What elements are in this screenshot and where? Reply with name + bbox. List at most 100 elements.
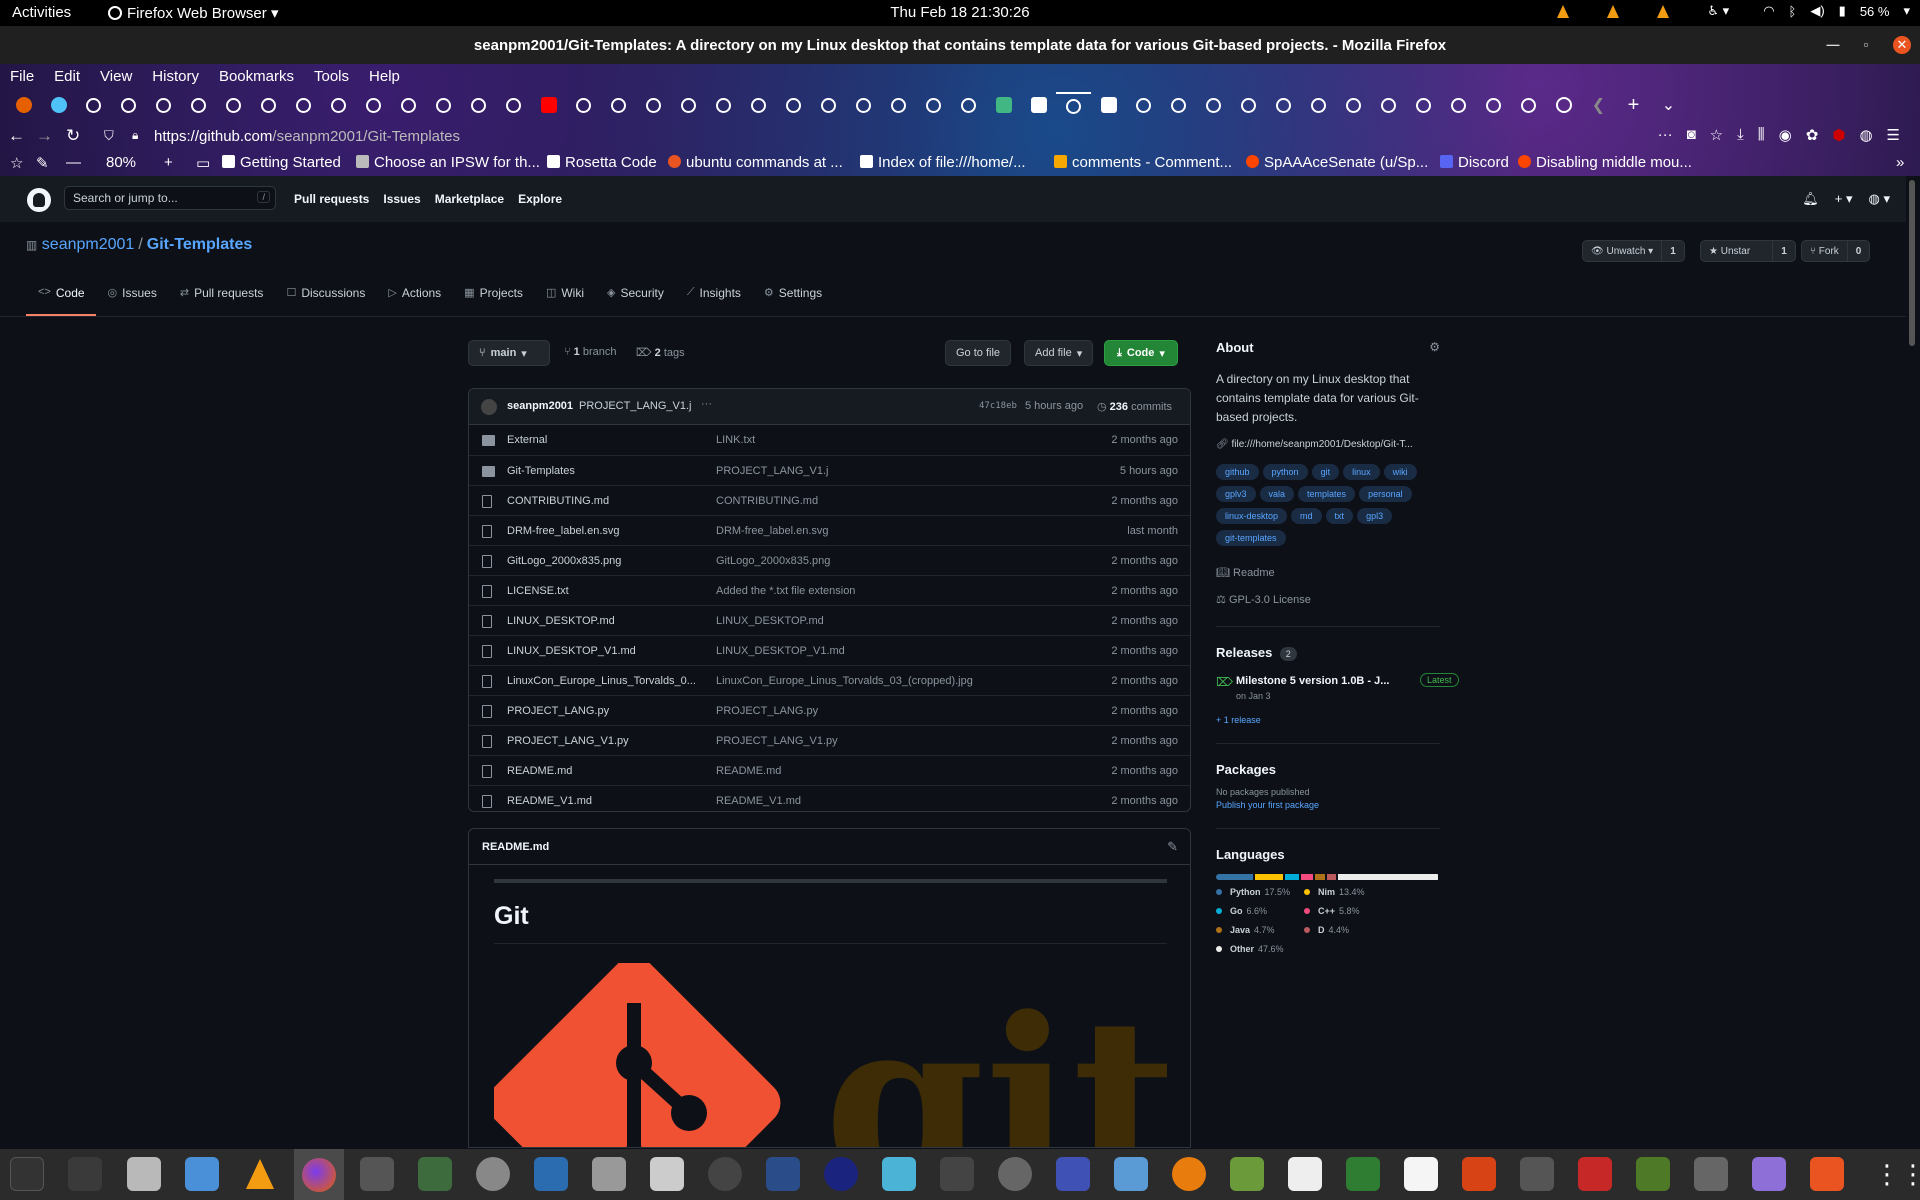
- tab[interactable]: [1371, 92, 1406, 118]
- tab[interactable]: [181, 92, 216, 118]
- window-title-bar[interactable]: seanpm2001/Git-Templates: A directory on…: [0, 26, 1920, 64]
- menu-bookmarks[interactable]: Bookmarks: [209, 64, 304, 90]
- file-name-link[interactable]: LINUX_DESKTOP_V1.md: [507, 645, 702, 657]
- tab-security[interactable]: ◈ Security: [595, 286, 675, 316]
- forward-button[interactable]: →: [36, 126, 53, 146]
- wrench-icon[interactable]: ✎: [36, 154, 49, 172]
- repo-website-link[interactable]: 🔗︎ file:///home/seanpm2001/Desktop/Git-T…: [1216, 439, 1440, 450]
- repo-name-link[interactable]: Git-Templates: [147, 236, 253, 253]
- notifications-bell-icon[interactable]: 🔔︎: [1802, 191, 1819, 207]
- maps-icon[interactable]: [1694, 1157, 1728, 1191]
- menu-file[interactable]: File: [0, 64, 44, 90]
- tab-pull-requests[interactable]: ⇄ Pull requests: [168, 286, 275, 316]
- topic-tag[interactable]: vala: [1259, 486, 1295, 502]
- topic-tag[interactable]: gplv3: [1216, 486, 1256, 502]
- new-tab-button[interactable]: +: [1616, 92, 1651, 118]
- pocket-icon[interactable]: ◙: [1687, 126, 1696, 144]
- text-editor-icon[interactable]: [185, 1157, 219, 1191]
- tab[interactable]: [1336, 92, 1371, 118]
- app-icon[interactable]: [824, 1157, 858, 1191]
- screenshot-icon[interactable]: [1056, 1157, 1090, 1191]
- tweaks-icon[interactable]: [1752, 1157, 1786, 1191]
- tab[interactable]: [216, 92, 251, 118]
- watch-count[interactable]: 1: [1661, 241, 1684, 261]
- tab[interactable]: [636, 92, 671, 118]
- search-input[interactable]: Search or jump to... /: [64, 186, 276, 210]
- language-item[interactable]: Nim 13.4%: [1304, 887, 1392, 897]
- inkscape-icon[interactable]: [940, 1157, 974, 1191]
- language-item[interactable]: Other 47.6%: [1216, 944, 1304, 954]
- tab[interactable]: [391, 92, 426, 118]
- tab[interactable]: [356, 92, 391, 118]
- language-item[interactable]: C++ 5.8%: [1304, 906, 1392, 916]
- puzzle-app-icon[interactable]: [418, 1157, 452, 1191]
- ublock-icon[interactable]: ⬢: [1832, 126, 1845, 144]
- file-name-link[interactable]: GitLogo_2000x835.png: [507, 555, 702, 567]
- zoom-out-button[interactable]: —: [66, 154, 81, 171]
- tab[interactable]: [1126, 92, 1161, 118]
- file-commit-message[interactable]: PROJECT_LANG_V1.py: [716, 735, 838, 747]
- file-name-link[interactable]: PROJECT_LANG_V1.py: [507, 735, 702, 747]
- publish-package-link[interactable]: Publish your first package: [1216, 800, 1440, 810]
- topic-tag[interactable]: md: [1291, 508, 1322, 524]
- tab[interactable]: [1161, 92, 1196, 118]
- file-name-link[interactable]: DRM-free_label.en.svg: [507, 525, 702, 537]
- system-monitor-icon[interactable]: [10, 1157, 44, 1191]
- tab[interactable]: [111, 92, 146, 118]
- tab[interactable]: [1231, 92, 1266, 118]
- tab[interactable]: [251, 92, 286, 118]
- spreadsheet-icon[interactable]: [1346, 1157, 1380, 1191]
- commit-more-button[interactable]: ···: [701, 398, 712, 410]
- commit-author[interactable]: seanpm2001: [507, 400, 573, 412]
- extension-icon[interactable]: ✿: [1806, 126, 1819, 144]
- tab[interactable]: [916, 92, 951, 118]
- presentation-icon[interactable]: [1462, 1157, 1496, 1191]
- menu-help[interactable]: Help: [359, 64, 410, 90]
- tab-projects[interactable]: ▦ Projects: [452, 286, 534, 316]
- status-area[interactable]: ♿ ▾ ◠ ᛒ ◀) ▮ 56 % ▾: [1557, 3, 1910, 19]
- mario-game-icon[interactable]: [1578, 1157, 1612, 1191]
- terminal-icon[interactable]: [68, 1157, 102, 1191]
- scrollbar-thumb[interactable]: [1909, 180, 1915, 346]
- tab[interactable]: [671, 92, 706, 118]
- tab[interactable]: [706, 92, 741, 118]
- hamburger-menu-icon[interactable]: ☰: [1887, 126, 1900, 144]
- nav-explore[interactable]: Explore: [518, 192, 562, 206]
- lock-icon[interactable]: 🔒︎: [132, 128, 138, 143]
- repo-owner-link[interactable]: seanpm2001: [42, 236, 135, 253]
- packages-heading[interactable]: Packages: [1216, 762, 1440, 777]
- shield-icon[interactable]: ⛉: [104, 128, 114, 144]
- tab[interactable]: [1511, 92, 1546, 118]
- page-scrollbar[interactable]: [1906, 176, 1920, 1149]
- file-commit-message[interactable]: LINUX_DESKTOP.md: [716, 615, 824, 627]
- file-name-link[interactable]: CONTRIBUTING.md: [507, 495, 702, 507]
- tab[interactable]: [951, 92, 986, 118]
- tab[interactable]: [846, 92, 881, 118]
- tab[interactable]: [461, 92, 496, 118]
- nav-issues[interactable]: Issues: [383, 192, 420, 206]
- file-commit-message[interactable]: README_V1.md: [716, 795, 801, 807]
- gimp-icon[interactable]: [1520, 1157, 1554, 1191]
- bookmark-item[interactable]: comments - Comment...: [1054, 154, 1232, 171]
- tab[interactable]: [146, 92, 181, 118]
- folder-icon[interactable]: ▭: [196, 154, 210, 172]
- files-icon[interactable]: [127, 1157, 161, 1191]
- bookmark-item[interactable]: Disabling middle mou...: [1518, 154, 1692, 171]
- minecraft-icon[interactable]: [1636, 1157, 1670, 1191]
- release-name[interactable]: Milestone 5 version 1.0B - J...: [1236, 675, 1389, 687]
- close-button[interactable]: ✕: [1893, 36, 1911, 54]
- tab[interactable]: [286, 92, 321, 118]
- file-commit-message[interactable]: README.md: [716, 765, 781, 777]
- github-extension-icon[interactable]: ◍: [1859, 126, 1872, 144]
- topic-tag[interactable]: wiki: [1383, 464, 1417, 480]
- topic-tag[interactable]: github: [1216, 464, 1259, 480]
- tab[interactable]: [1546, 92, 1581, 118]
- tab[interactable]: [566, 92, 601, 118]
- language-item[interactable]: Go 6.6%: [1216, 906, 1304, 916]
- account-icon[interactable]: ◉: [1779, 126, 1792, 144]
- tags-link[interactable]: ⌦ 2 tags: [636, 346, 685, 359]
- file-name-link[interactable]: Git-Templates: [507, 465, 702, 477]
- bookmark-item[interactable]: Getting Started: [222, 154, 341, 171]
- file-name-link[interactable]: PROJECT_LANG.py: [507, 705, 702, 717]
- create-new-plus-icon[interactable]: + ▾: [1835, 191, 1853, 207]
